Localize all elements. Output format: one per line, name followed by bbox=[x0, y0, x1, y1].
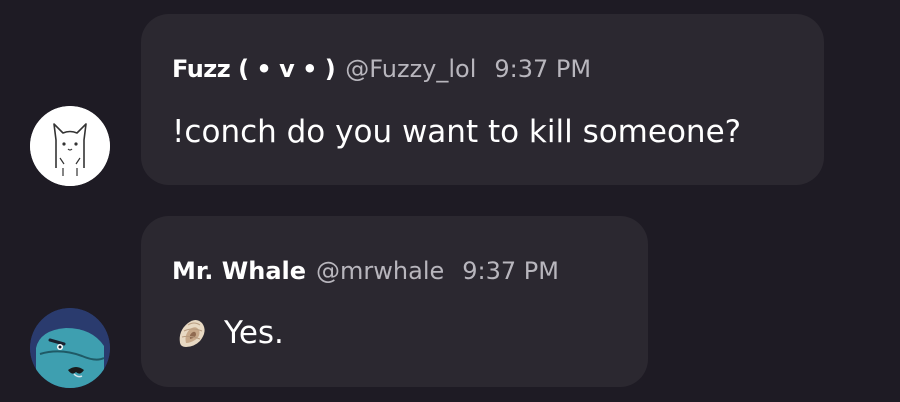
user-handle[interactable]: @Fuzzy_lol bbox=[345, 54, 476, 84]
display-name[interactable]: Mr. Whale bbox=[172, 256, 306, 286]
message-bubble[interactable]: Mr. Whale @mrwhale 9:37 PM Yes. bbox=[141, 216, 648, 387]
user-handle[interactable]: @mrwhale bbox=[316, 256, 444, 286]
message-text: Yes. bbox=[224, 315, 284, 351]
whale-avatar-icon bbox=[30, 308, 110, 388]
display-name[interactable]: Fuzz ( • v • ) bbox=[172, 54, 336, 84]
timestamp: 9:37 PM bbox=[462, 257, 559, 285]
message-header: Mr. Whale @mrwhale 9:37 PM bbox=[172, 256, 559, 286]
user-avatar[interactable] bbox=[30, 308, 110, 388]
timestamp: 9:37 PM bbox=[494, 55, 592, 83]
message-text-row: Yes. bbox=[172, 313, 284, 353]
cat-avatar-icon bbox=[30, 106, 110, 186]
chat-screen: Fuzz ( • v • ) @Fuzzy_lol 9:37 PM !conch… bbox=[0, 0, 900, 402]
user-avatar[interactable] bbox=[30, 106, 110, 186]
shell-icon bbox=[179, 320, 205, 347]
message-header: Fuzz ( • v • ) @Fuzzy_lol 9:37 PM bbox=[172, 54, 591, 84]
message-text: !conch do you want to kill someone? bbox=[172, 114, 742, 150]
message-bubble[interactable]: Fuzz ( • v • ) @Fuzzy_lol 9:37 PM !conch… bbox=[141, 14, 824, 185]
